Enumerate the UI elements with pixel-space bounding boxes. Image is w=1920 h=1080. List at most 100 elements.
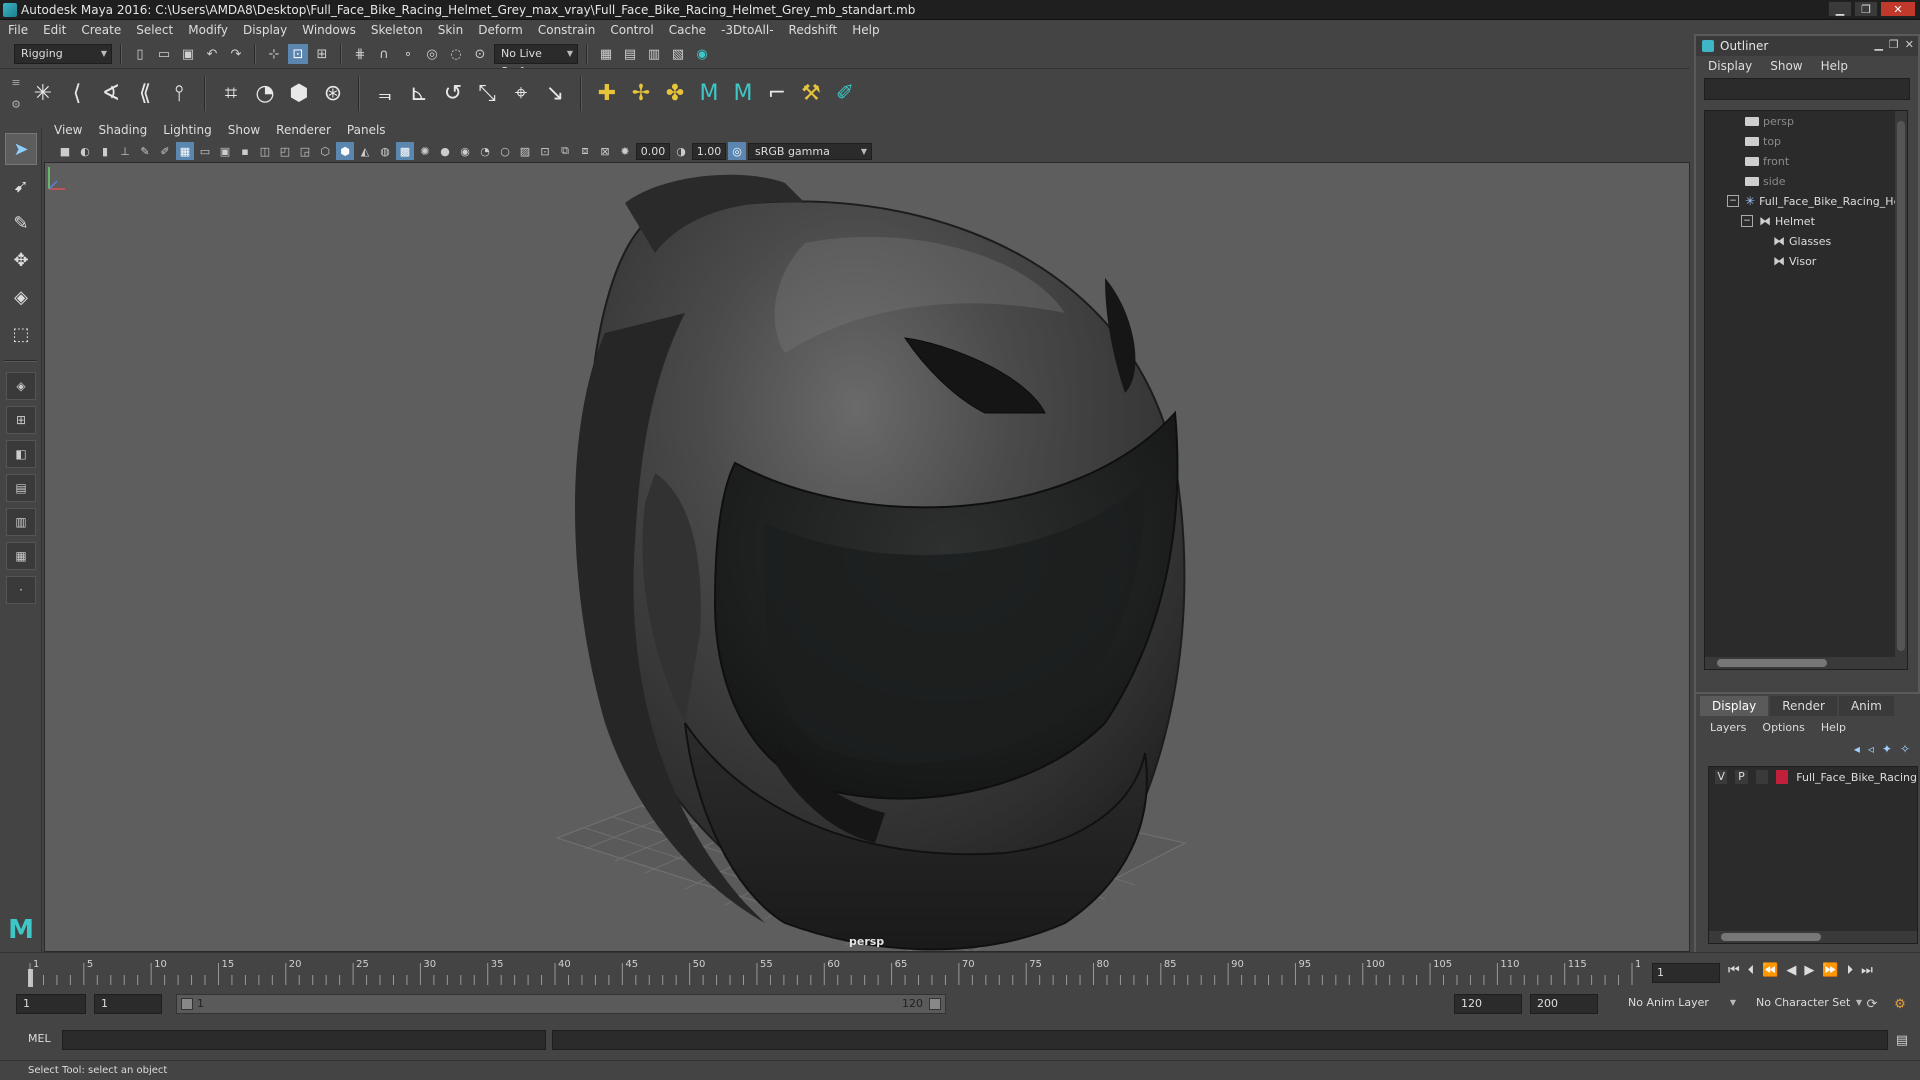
graph-layout-icon[interactable]: ▥ (6, 508, 36, 536)
rotate-tool-icon[interactable]: ◈ (5, 281, 37, 313)
menu-control[interactable]: Control (610, 23, 653, 37)
step-forward-key-icon[interactable]: ⏩ (1822, 963, 1838, 978)
outliner-item-visor[interactable]: ⧓ Visor (1705, 251, 1907, 271)
new-scene-icon[interactable]: ▯ (130, 44, 150, 64)
outliner-item-helmet[interactable]: − ⧓ Helmet (1705, 211, 1907, 231)
ik-spline-icon[interactable]: ∢ (94, 77, 128, 111)
color-management-icon[interactable]: ◎ (728, 142, 746, 160)
go-to-start-icon[interactable]: ⏮ (1728, 963, 1740, 978)
parent-constraint-icon[interactable]: ⌖ (504, 77, 538, 111)
panel-menu-panels[interactable]: Panels (347, 123, 386, 137)
layer-display-type[interactable] (1755, 770, 1768, 784)
snap-surface-icon[interactable]: ◌ (446, 44, 466, 64)
render-view-icon[interactable]: ▦ (596, 44, 616, 64)
hik-character-icon[interactable]: M (692, 77, 726, 111)
menu-create[interactable]: Create (81, 23, 121, 37)
outliner-menu-display[interactable]: Display (1708, 59, 1752, 73)
menu-skin[interactable]: Skin (438, 23, 464, 37)
dof-icon[interactable]: ○ (496, 142, 514, 160)
ik-handle-icon[interactable]: ⟨ (60, 77, 94, 111)
select-tool-icon[interactable]: ➤ (5, 133, 37, 165)
time-ruler[interactable]: 1 5 10 15 20 25 30 35 40 45 50 55 60 65 70 75 80 85 90 95 10… (28, 955, 1640, 987)
menu-constrain[interactable]: Constrain (538, 23, 596, 37)
xray-active-icon[interactable]: ⧉ (556, 142, 574, 160)
panel-menu-show[interactable]: Show (228, 123, 260, 137)
snap-curve-icon[interactable]: ∩ (374, 44, 394, 64)
outliner-maximize-button[interactable]: ❐ (1889, 38, 1899, 51)
move-tool-icon[interactable]: ✥ (5, 244, 37, 276)
film-gate-icon[interactable]: ▭ (196, 142, 214, 160)
tab-render[interactable]: Render (1770, 696, 1837, 716)
move-layer-up-icon[interactable]: ◂ (1854, 742, 1860, 756)
exposure-icon[interactable]: ✸ (616, 142, 634, 160)
close-button[interactable]: ✕ (1880, 1, 1916, 17)
range-slider[interactable]: 1 120 (176, 994, 946, 1014)
move-layer-down-icon[interactable]: ◃ (1868, 742, 1874, 756)
use-lights-icon[interactable]: ▩ (396, 142, 414, 160)
outliner-item-top[interactable]: top (1705, 131, 1907, 151)
outliner-item-group[interactable]: − ✳ Full_Face_Bike_Racing_He (1705, 191, 1907, 211)
single-pane-layout-icon[interactable]: ◈ (6, 372, 36, 400)
bind-skin-icon[interactable]: ⌗ (214, 77, 248, 111)
collapse-icon[interactable]: − (1727, 195, 1739, 207)
live-surface-field[interactable]: No Live Surface (494, 44, 578, 78)
panel-menu-lighting[interactable]: Lighting (163, 123, 212, 137)
open-scene-icon[interactable]: ▭ (154, 44, 174, 64)
panel-menu-view[interactable]: View (54, 123, 82, 137)
layer-menu-options[interactable]: Options (1762, 721, 1804, 734)
layer-visibility-toggle[interactable]: V (1715, 770, 1728, 784)
outliner-menu-help[interactable]: Help (1821, 59, 1848, 73)
minimize-button[interactable]: ▁ (1828, 1, 1852, 17)
two-pane-layout-icon[interactable]: ◧ (6, 440, 36, 468)
select-camera-icon[interactable]: ■ (56, 142, 74, 160)
animation-end-field[interactable]: 200 (1530, 994, 1598, 1014)
set-key-icon[interactable]: ✢ (624, 77, 658, 111)
save-scene-icon[interactable]: ▣ (178, 44, 198, 64)
lasso-tool-icon[interactable]: ➹ (5, 170, 37, 202)
range-start-handle[interactable] (181, 998, 193, 1010)
anti-alias-icon[interactable]: ◔ (476, 142, 494, 160)
motion-blur-icon[interactable]: ◉ (456, 142, 474, 160)
playback-end-field[interactable]: 120 (1454, 994, 1522, 1014)
layer-row[interactable]: V P Full_Face_Bike_Racing (1709, 767, 1917, 787)
point-constraint-icon[interactable]: ⫬ (368, 77, 402, 111)
go-to-end-icon[interactable]: ⏭ (1861, 963, 1873, 978)
four-pane-layout-icon[interactable]: ⊞ (6, 406, 36, 434)
menuset-dropdown[interactable]: Rigging (14, 44, 112, 64)
step-forward-frame-icon[interactable]: ⏵ (1847, 963, 1854, 978)
outliner-item-glasses[interactable]: ⧓ Glasses (1705, 231, 1907, 251)
aim-constraint-icon[interactable]: ⊾ (402, 77, 436, 111)
custom-layout-icon[interactable]: · (6, 576, 36, 604)
outliner-minimize-button[interactable]: ▁ (1874, 38, 1882, 51)
step-back-key-icon[interactable]: ⏪ (1762, 963, 1778, 978)
paint-select-icon[interactable]: ✎ (5, 207, 37, 239)
outliner-menu-show[interactable]: Show (1770, 59, 1802, 73)
xray-joints-icon[interactable]: ⧈ (576, 142, 594, 160)
new-layer-selected-icon[interactable]: ✧ (1900, 742, 1910, 756)
tab-anim[interactable]: Anim (1838, 696, 1894, 716)
redo-icon[interactable]: ↷ (226, 44, 246, 64)
viewport-persp[interactable]: persp (44, 162, 1690, 952)
menu-skeleton[interactable]: Skeleton (371, 23, 423, 37)
backface-icon[interactable]: ⊠ (596, 142, 614, 160)
menu-deform[interactable]: Deform (478, 23, 523, 37)
menu-cache[interactable]: Cache (669, 23, 706, 37)
animation-start-field[interactable]: 1 (16, 994, 86, 1014)
scale-constraint-icon[interactable]: ⤡ (470, 77, 504, 111)
anim-prefs-icon[interactable]: ⚙ (1890, 994, 1910, 1014)
shelf-blank-icon[interactable]: ⌐ (760, 77, 794, 111)
scale-tool-icon[interactable]: ⬚ (5, 318, 37, 350)
quick-rig-icon[interactable]: ⚒ (794, 77, 828, 111)
undo-icon[interactable]: ↶ (202, 44, 222, 64)
shape-editor-icon[interactable]: ✐ (828, 77, 862, 111)
gamma-icon[interactable]: ◑ (672, 142, 690, 160)
current-time-marker[interactable] (28, 969, 33, 987)
menu-3dtoall[interactable]: -3DtoAll- (721, 23, 773, 37)
collapse-icon[interactable]: − (1741, 215, 1753, 227)
lattice-icon[interactable]: ⬢ (282, 77, 316, 111)
mirror-joint-icon[interactable]: ⟪ (128, 77, 162, 111)
camera-attributes-icon[interactable]: ◐ (76, 142, 94, 160)
menu-select[interactable]: Select (136, 23, 173, 37)
resolution-gate-icon[interactable]: ▣ (216, 142, 234, 160)
render-settings-icon[interactable]: ▧ (668, 44, 688, 64)
